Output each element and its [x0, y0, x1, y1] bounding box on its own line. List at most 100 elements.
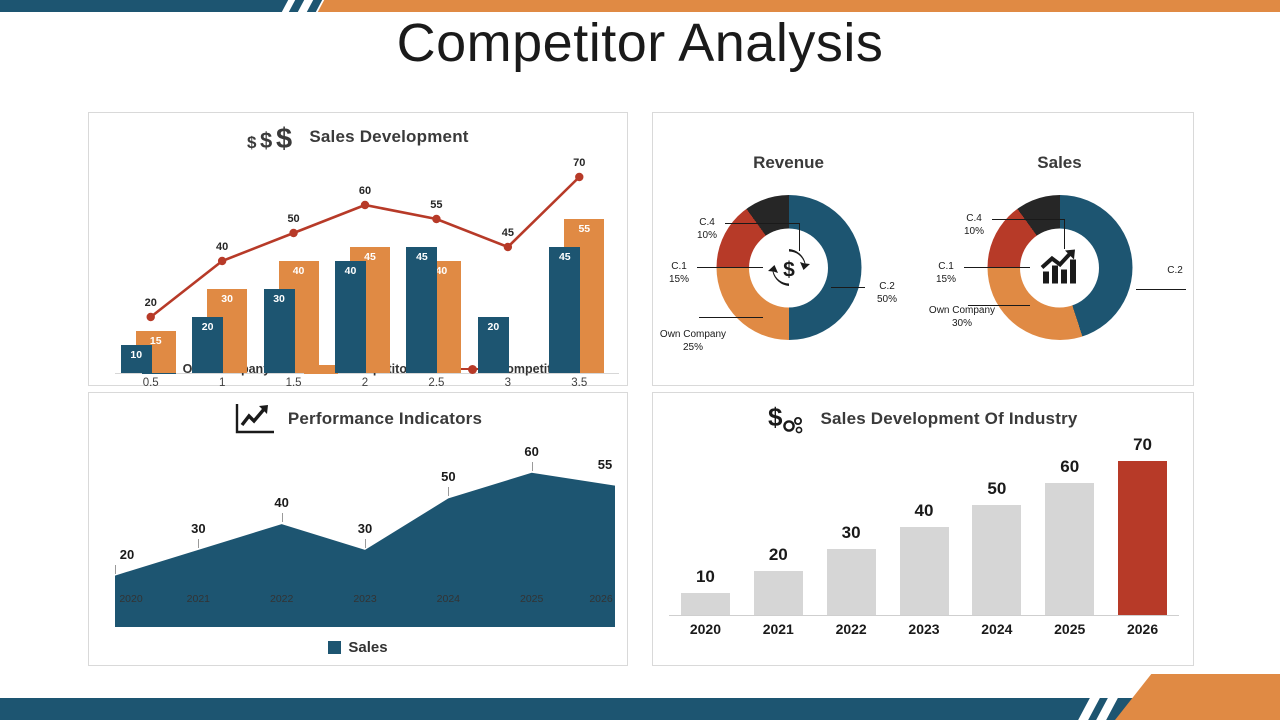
area-point-value: 30 [191, 520, 206, 536]
sales-leader-own [968, 305, 1030, 306]
x-axis-tick-label: 2025 [519, 593, 544, 605]
bar-value-label: 20 [201, 321, 214, 333]
dollar-gears-icon: $ [768, 402, 810, 436]
bar-own-company: 20 [192, 317, 224, 373]
area-point-value: 55 [597, 456, 613, 472]
revenue-leader-c4 [725, 223, 799, 224]
x-axis-tick-label: 2023 [908, 621, 940, 637]
sales-label-c1: C.1 15% [935, 261, 956, 285]
bar-value-label: 20 [487, 321, 500, 333]
x-axis-tick-label: 2022 [835, 621, 867, 637]
line-point-value: 50 [287, 213, 300, 225]
panel-revenue-sales: Revenue $ C.4 10% C.1 15% Own Company 25… [652, 112, 1194, 386]
bar-value-label: 45 [416, 251, 428, 263]
svg-text:$: $ [768, 402, 783, 432]
sales-donut-chart: Sales C.4 10% C.1 15% Own Company 30% C.… [924, 153, 1195, 383]
panel-title-performance-indicators: Performance Indicators [287, 409, 483, 428]
revenue-leader-own [699, 317, 763, 318]
x-axis-tick-label: 2.5 [428, 377, 445, 389]
page-title: Competitor Analysis [396, 13, 884, 73]
x-axis-tick-label: 2025 [1054, 621, 1086, 637]
sales-donut-center [1020, 228, 1099, 307]
revenue-label-c4: C.4 10% [696, 217, 717, 241]
x-axis-tick-label: 2024 [981, 621, 1013, 637]
x-axis-tick-label: 2021 [186, 593, 211, 605]
bar-value-label: 20 [768, 544, 788, 564]
svg-text:$: $ [247, 133, 257, 152]
line-point-value: 55 [430, 199, 443, 211]
area-point-tick [198, 538, 200, 548]
header-teal-bar [0, 0, 276, 12]
x-axis-tick-label: 1 [218, 377, 226, 389]
panel-title-industry: Sales Development Of Industry [820, 409, 1078, 428]
area-point-value: 40 [274, 495, 289, 511]
x-axis-tick-label: 2 [361, 377, 369, 389]
footer-orange-shape [1115, 674, 1280, 720]
industry-bar-chart: 10 20 30 40 50 60 70 [669, 435, 1179, 615]
bar-own-company: 45 [549, 247, 581, 373]
bar-value-label: 50 [987, 478, 1007, 498]
industry-x-axis-labels: 2020 2021 2022 2023 2024 2025 2026 [669, 621, 1179, 641]
svg-text:$: $ [783, 259, 795, 282]
area-point-value: 60 [524, 443, 539, 459]
performance-indicators-legend: Sales [89, 639, 627, 656]
line-point-value: 40 [216, 241, 229, 253]
revenue-label-c2: C.2 50% [876, 281, 897, 305]
legend-item[interactable]: Sales [328, 639, 388, 656]
x-axis-tick-label: 1.5 [285, 377, 302, 389]
panel-sales-development-industry: $ Sales Development Of Industry 10 20 30 40… [652, 392, 1194, 666]
bar: 70 [1118, 435, 1168, 615]
bar-value-label: 30 [273, 293, 285, 305]
bar-value-label: 40 [292, 265, 305, 277]
sales-label-own: Own Company 30% [928, 305, 996, 329]
performance-indicators-header: Performance Indicators [89, 402, 627, 436]
sales-development-header: $ $ $ Sales Development [89, 122, 627, 152]
area-point-tick [531, 461, 533, 471]
panel-sales-development: $ $ $ Sales Development 15 10 30 20 40 30 45 40… [88, 112, 628, 389]
bar-own-company: 40 [335, 261, 366, 373]
industry-x-axis-line [669, 615, 1179, 616]
revenue-leader-c1 [697, 267, 763, 268]
line-point-value: 70 [573, 157, 586, 169]
growth-arrow-icon [1040, 249, 1076, 284]
svg-text:$: $ [260, 128, 272, 152]
area-point-value: 30 [357, 520, 373, 536]
line-chart-arrow-icon [234, 402, 278, 436]
bar: 60 [1045, 457, 1095, 615]
area-point-value: 20 [119, 546, 135, 562]
x-axis-tick-label: 0.5 [142, 377, 159, 389]
x-axis-tick-label: 2020 [689, 621, 721, 637]
area-point-tick [281, 513, 283, 523]
x-axis-tick-label: 2024 [436, 593, 461, 605]
bar: 20 [753, 545, 803, 615]
revenue-leader-c2 [831, 287, 865, 288]
header-orange-bar [330, 0, 1280, 12]
donut-title-sales: Sales [1037, 153, 1082, 172]
bar-value-label: 60 [1060, 456, 1080, 476]
bar-own-company: 30 [263, 289, 295, 373]
bar-value-label: 45 [558, 251, 571, 263]
sales-leader-c4 [992, 219, 1064, 220]
bar-own-company: 20 [477, 317, 509, 373]
x-axis-tick-label: 2026 [589, 593, 613, 605]
dollar-refresh-icon: $ [767, 249, 810, 286]
slide-canvas: Competitor Analysis $ $ $ Sales Developm… [0, 0, 1280, 720]
bar-value-label: 10 [695, 566, 715, 586]
revenue-donut-chart: Revenue $ C.4 10% C.1 15% Own Company 25… [653, 153, 924, 383]
revenue-leader-c4-v [799, 223, 800, 251]
area-point-value: 50 [441, 469, 456, 485]
bar-value-label: 10 [130, 349, 143, 361]
x-axis-tick-label: 3 [504, 377, 512, 389]
bar: 30 [826, 523, 876, 615]
bar: 40 [899, 501, 949, 615]
bar-own-company: 10 [120, 345, 152, 373]
revenue-label-own: Own Company 25% [659, 329, 727, 353]
bar: 50 [972, 479, 1022, 615]
bar-value-label: 70 [1133, 434, 1153, 454]
area-point-tick [448, 487, 450, 497]
sales-leader-c4-v [1064, 219, 1065, 249]
bar-own-company: 45 [406, 247, 438, 373]
sales-label-c2: C.2 [1167, 265, 1183, 276]
sales-leader-c2 [1136, 289, 1186, 290]
bar-value-label: 40 [914, 500, 934, 520]
